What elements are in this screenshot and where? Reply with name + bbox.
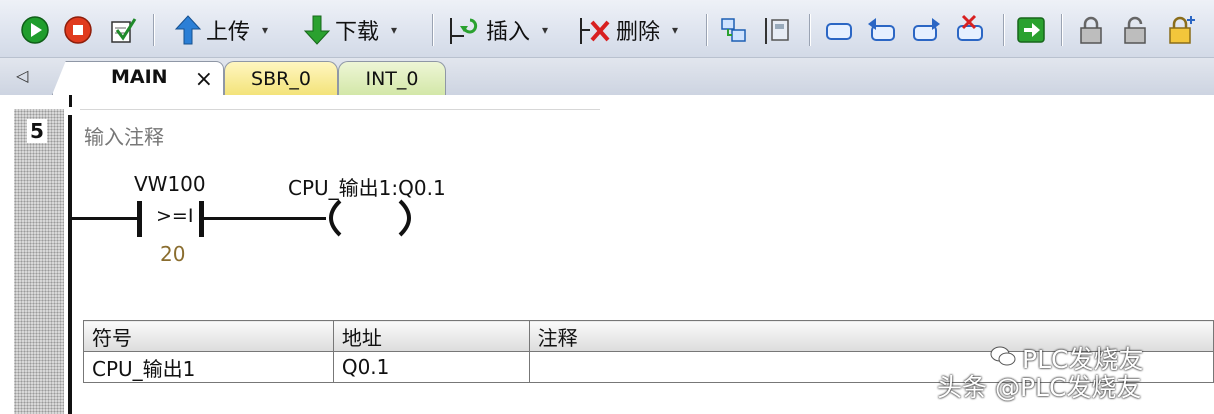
- toolbar-separator: [1061, 14, 1063, 46]
- remove-bookmark-icon[interactable]: [955, 14, 985, 46]
- next-bookmark-icon[interactable]: [912, 14, 942, 46]
- contact-operand[interactable]: VW100: [134, 172, 206, 196]
- tab-main[interactable]: MAIN ×: [52, 61, 224, 95]
- header-symbol: 符号: [83, 320, 334, 352]
- tab-sbr-0[interactable]: SBR_0: [224, 61, 338, 95]
- lock-icon[interactable]: [1076, 14, 1106, 46]
- upload-button[interactable]: 上传 ▾: [174, 14, 268, 46]
- toolbar-separator: [809, 14, 811, 46]
- goto-icon[interactable]: [1016, 14, 1046, 46]
- cell-symbol[interactable]: CPU_输出1: [83, 351, 334, 383]
- contact-compare-operator[interactable]: >=I: [156, 205, 193, 227]
- upload-dropdown-icon[interactable]: ▾: [262, 23, 268, 37]
- watermark-line2: 头条 @PLC发烧友: [937, 373, 1142, 402]
- editor-tab-strip: ◁ MAIN × SBR_0 INT_0: [0, 58, 1214, 95]
- delete-network-icon: [580, 18, 610, 44]
- network-divider: [80, 109, 600, 110]
- delete-label: 删除: [616, 20, 661, 45]
- coil-operand[interactable]: CPU_输出1:Q0.1: [288, 172, 446, 201]
- bookmark-icon[interactable]: [824, 14, 854, 46]
- tab-sbr-0-label: SBR_0: [251, 67, 311, 90]
- compile-check-icon[interactable]: [108, 14, 138, 46]
- wire-contact-to-coil: [204, 217, 326, 220]
- cell-address[interactable]: Q0.1: [332, 351, 530, 383]
- upload-label: 上传: [206, 20, 251, 45]
- prev-bookmark-icon[interactable]: [866, 14, 896, 46]
- unlock-icon[interactable]: [1120, 14, 1150, 46]
- network-comment[interactable]: 输入注释: [84, 121, 164, 150]
- delete-dropdown-icon[interactable]: ▾: [672, 23, 678, 37]
- tab-main-label: MAIN: [111, 66, 168, 88]
- toolbar-separator: [153, 14, 155, 46]
- main-toolbar: 上传 ▾ 下载 ▾ 插入 ▾ 删除 ▾: [0, 0, 1214, 58]
- header-address: 地址: [332, 320, 530, 352]
- close-icon[interactable]: ×: [195, 67, 213, 92]
- wechat-logo-icon: [990, 346, 1016, 366]
- tab-scroll-left-icon[interactable]: ◁: [16, 66, 28, 85]
- upload-arrow-icon: [174, 15, 202, 45]
- insert-button[interactable]: 插入 ▾: [448, 14, 548, 46]
- step7-microwin-editor: 上传 ▾ 下载 ▾ 插入 ▾ 删除 ▾ ◁ MAIN × SBR_0 INT_0…: [0, 0, 1214, 414]
- download-dropdown-icon[interactable]: ▾: [391, 23, 397, 37]
- previous-network-rail: [69, 95, 72, 107]
- download-button[interactable]: 下载 ▾: [303, 14, 397, 46]
- toolbar-separator: [706, 14, 708, 46]
- output-coil[interactable]: [320, 198, 420, 238]
- toolbar-separator: [1003, 14, 1005, 46]
- goto-network-icon[interactable]: [719, 14, 749, 46]
- delete-button[interactable]: 删除 ▾: [578, 14, 678, 46]
- network-view-icon[interactable]: [763, 14, 793, 46]
- network-number[interactable]: 5: [27, 119, 47, 143]
- tab-int-0[interactable]: INT_0: [338, 61, 446, 95]
- insert-label: 插入: [486, 20, 531, 45]
- run-icon[interactable]: [20, 14, 50, 46]
- tab-int-0-label: INT_0: [365, 67, 419, 90]
- toolbar-separator: [432, 14, 434, 46]
- left-power-rail: [68, 115, 72, 414]
- stop-icon[interactable]: [63, 14, 93, 46]
- insert-dropdown-icon[interactable]: ▾: [542, 23, 548, 37]
- editor-top-strip: [0, 95, 1214, 109]
- wire-rail-to-contact: [72, 217, 138, 220]
- add-lock-icon[interactable]: [1166, 14, 1196, 46]
- download-arrow-icon: [303, 15, 331, 45]
- contact-compare-value[interactable]: 20: [160, 242, 185, 266]
- download-label: 下载: [335, 20, 380, 45]
- insert-network-icon: [450, 18, 478, 44]
- contact-left-bar[interactable]: [137, 201, 142, 237]
